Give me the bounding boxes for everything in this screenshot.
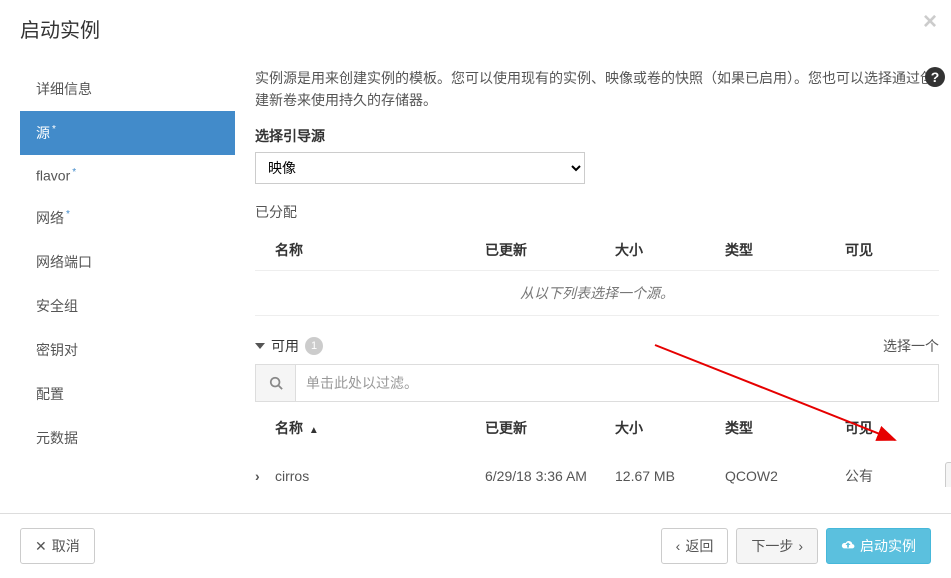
row-size: 12.67 MB	[615, 468, 725, 484]
cloud-upload-icon	[841, 538, 855, 554]
available-count-badge: 1	[305, 337, 323, 355]
cancel-button[interactable]: ✕ 取消	[20, 528, 95, 564]
search-icon[interactable]	[256, 365, 296, 401]
available-toggle[interactable]: 可用 1	[255, 336, 323, 356]
sidebar-item-label: 密钥对	[36, 342, 78, 358]
allocated-empty-row: 从以下列表选择一个源。	[255, 270, 939, 316]
row-updated: 6/29/18 3:36 AM	[485, 468, 615, 484]
col-type-header[interactable]: 类型	[725, 418, 845, 438]
launch-button[interactable]: 启动实例	[826, 528, 931, 564]
sidebar-item-config[interactable]: 配置	[20, 372, 235, 416]
launch-label: 启动实例	[860, 536, 916, 556]
sidebar-item-label: flavor	[36, 168, 70, 184]
boot-source-select[interactable]: 映像	[255, 152, 585, 184]
col-size-header: 大小	[615, 240, 725, 260]
sidebar-item-network[interactable]: 网络*	[20, 196, 235, 240]
sort-asc-icon: ▲	[309, 425, 319, 436]
modal-footer: ✕ 取消 ‹ 返回 下一步 › 启动实例	[0, 513, 951, 578]
sidebar-item-network-ports[interactable]: 网络端口	[20, 240, 235, 284]
filter-bar	[255, 364, 939, 402]
required-star-icon: *	[52, 124, 56, 135]
col-visible-header[interactable]: 可见	[845, 418, 935, 438]
sidebar-item-label: 详细信息	[36, 81, 92, 97]
add-source-button[interactable]: +	[945, 462, 951, 487]
select-one-label: 选择一个	[883, 336, 939, 356]
sidebar-item-source[interactable]: 源*	[20, 111, 235, 155]
allocated-section-title: 已分配	[255, 202, 939, 222]
col-size-header[interactable]: 大小	[615, 418, 725, 438]
modal-header: 启动实例 ×	[0, 0, 951, 57]
col-name-text: 名称	[275, 420, 303, 436]
expand-row-icon[interactable]: ›	[255, 468, 260, 484]
modal-title: 启动实例	[20, 14, 931, 43]
available-label: 可用	[271, 336, 299, 356]
back-button[interactable]: ‹ 返回	[661, 528, 729, 564]
sidebar-item-label: 安全组	[36, 298, 78, 314]
sidebar-item-label: 网络端口	[36, 254, 92, 270]
sidebar-item-security-groups[interactable]: 安全组	[20, 284, 235, 328]
filter-input[interactable]	[296, 365, 938, 401]
col-updated-header[interactable]: 已更新	[485, 418, 615, 438]
content-pane: 实例源是用来创建实例的模板。您可以使用现有的实例、映像或卷的快照（如果已启用）。…	[235, 57, 951, 487]
row-visible: 公有	[845, 466, 935, 486]
available-row: › cirros 6/29/18 3:36 AM 12.67 MB QCOW2 …	[255, 448, 939, 487]
row-name: cirros	[275, 468, 485, 484]
sidebar-item-flavor[interactable]: flavor*	[20, 155, 235, 196]
cancel-label: 取消	[52, 536, 80, 556]
caret-down-icon	[255, 343, 265, 349]
col-updated-header: 已更新	[485, 240, 615, 260]
sidebar-item-label: 网络	[36, 210, 64, 226]
modal-body: 详细信息 源* flavor* 网络* 网络端口 安全组 密钥对 配置 元数据 …	[0, 57, 951, 487]
description-text: 实例源是用来创建实例的模板。您可以使用现有的实例、映像或卷的快照（如果已启用）。…	[255, 70, 934, 108]
sidebar-item-label: 配置	[36, 386, 64, 402]
row-action: +	[935, 462, 951, 487]
col-visible-header: 可见	[845, 240, 935, 260]
row-type: QCOW2	[725, 468, 845, 484]
available-table-header: 名称 ▲ 已更新 大小 类型 可见	[255, 408, 939, 448]
required-star-icon: *	[72, 167, 76, 178]
close-icon: ✕	[35, 538, 47, 555]
source-description: 实例源是用来创建实例的模板。您可以使用现有的实例、映像或卷的快照（如果已启用）。…	[255, 67, 939, 112]
chevron-right-icon: ›	[798, 538, 803, 554]
next-label: 下一步	[751, 536, 793, 556]
help-icon[interactable]: ?	[925, 67, 945, 87]
sidebar-item-details[interactable]: 详细信息	[20, 67, 235, 111]
boot-source-field: 映像	[255, 152, 939, 184]
back-label: 返回	[685, 536, 713, 556]
col-action-header	[935, 418, 951, 438]
wizard-sidebar: 详细信息 源* flavor* 网络* 网络端口 安全组 密钥对 配置 元数据	[20, 57, 235, 487]
col-name-header-sortable[interactable]: 名称 ▲	[275, 418, 485, 438]
sidebar-item-keypair[interactable]: 密钥对	[20, 328, 235, 372]
next-button[interactable]: 下一步 ›	[736, 528, 818, 564]
sidebar-item-label: 元数据	[36, 430, 78, 446]
col-name-header: 名称	[275, 240, 485, 260]
sidebar-item-label: 源	[36, 125, 50, 141]
boot-source-label: 选择引导源	[255, 126, 939, 146]
allocated-table-header: 名称 已更新 大小 类型 可见	[255, 230, 939, 270]
col-type-header: 类型	[725, 240, 845, 260]
close-icon[interactable]: ×	[923, 8, 937, 36]
chevron-left-icon: ‹	[676, 538, 681, 554]
footer-right-buttons: ‹ 返回 下一步 › 启动实例	[661, 528, 931, 564]
required-star-icon: *	[66, 209, 70, 220]
sidebar-item-metadata[interactable]: 元数据	[20, 416, 235, 460]
available-section-header: 可用 1 选择一个	[255, 336, 939, 356]
